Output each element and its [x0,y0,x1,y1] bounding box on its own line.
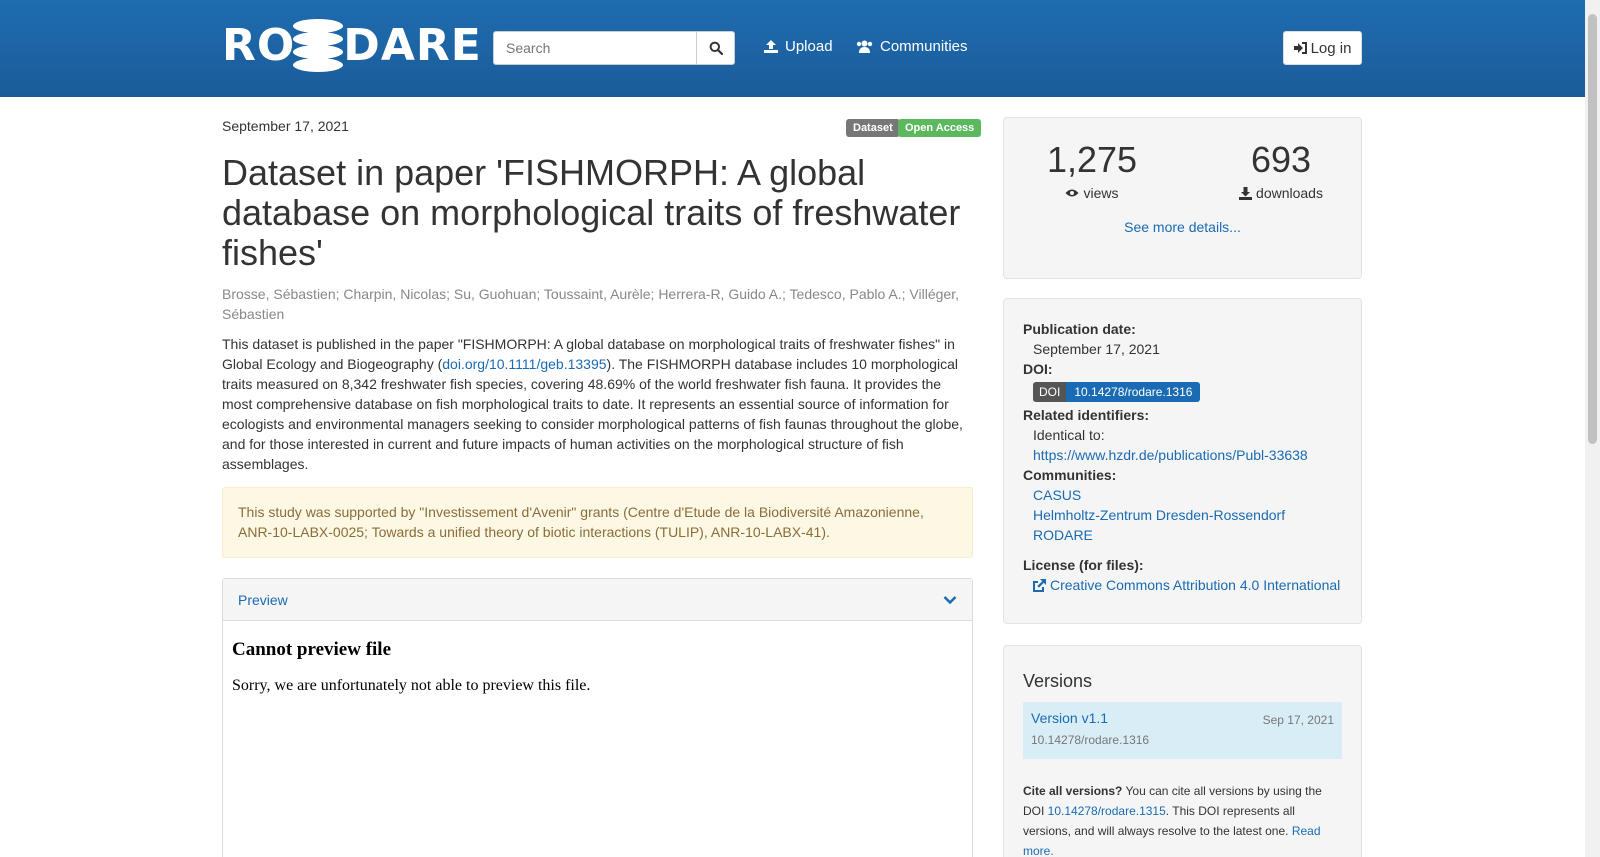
search-input[interactable] [493,31,698,65]
upload-link[interactable]: Upload [764,38,833,55]
identical-to-label: Identical to: [1033,427,1105,443]
license-label: License (for files): [1023,557,1144,573]
publication-date-value: September 17, 2021 [1033,341,1160,357]
downloads-count: 693 [1250,139,1312,180]
paper-doi-link[interactable]: doi.org/10.1111/geb.13395 [442,356,606,372]
open-access-badge: Open Access [898,119,982,137]
record-description: This dataset is published in the paper "… [222,334,974,474]
search-button[interactable] [696,31,735,65]
preview-label: Preview [238,591,288,608]
doi-badge-prefix: DOI [1033,382,1067,402]
login-label: Log in [1310,39,1352,57]
community-link-hzdr[interactable]: Helmholtz-Zentrum Dresden-Rossendorf [1033,507,1285,523]
cite-all-bold: Cite all versions? [1023,784,1123,798]
downloads-label: downloads [1256,185,1323,201]
logo-text-left: RO [222,19,296,71]
cite-all-versions-note: Cite all versions? You can cite all vers… [1023,781,1342,857]
scrollbar-thumb[interactable] [1588,14,1597,444]
communities-heading: Communities: [1023,467,1117,483]
version-date: Sep 17, 2021 [1262,713,1334,727]
external-link-icon [1033,578,1046,592]
upload-label: Upload [785,38,833,55]
record-title: Dataset in paper 'FISHMORPH: A global da… [222,152,961,273]
version-item[interactable]: Version v1.1 Sep 17, 2021 10.14278/rodar… [1023,702,1342,759]
version-doi: 10.14278/rodare.1316 [1031,733,1150,747]
chevron-down-icon[interactable] [943,595,957,605]
search-icon [709,41,723,55]
stats-panel: 1,275 views 693 downloads See more detai… [1003,117,1362,279]
versions-heading: Versions [1023,671,1093,691]
top-navbar: RO DARE Upload Communities Log [0,0,1585,97]
upload-icon [764,40,778,53]
version-name-link[interactable]: Version v1.1 [1031,710,1108,726]
publication-date-label: Publication date: [1023,321,1136,337]
doi-badge-value: 10.14278/rodare.1316 [1066,382,1201,402]
preview-panel: Preview Cannot preview file Sorry, we ar… [222,578,973,857]
doi-badge[interactable]: DOI 10.14278/rodare.1316 [1033,382,1201,402]
related-identifiers-label: Related identifiers: [1023,407,1150,423]
downloads-stat: 693 downloads [1211,140,1351,201]
community-link-rodare[interactable]: RODARE [1033,527,1093,543]
communities-link[interactable]: Communities [856,38,968,55]
preview-header[interactable]: Preview [223,579,972,621]
license-text: Creative Commons Attribution 4.0 Interna… [1050,577,1341,593]
download-icon [1239,186,1253,200]
views-label-row: views [1022,185,1162,201]
versions-panel: Versions Version v1.1 Sep 17, 2021 10.14… [1003,645,1362,857]
views-stat: 1,275 views [1022,139,1162,202]
record-authors: Brosse, Sébastien; Charpin, Nicolas; Su,… [222,286,959,322]
rodare-logo[interactable]: RO DARE [222,18,482,72]
sign-in-icon [1293,42,1307,54]
login-button[interactable]: Log in [1283,31,1362,65]
metadata-panel: Publication date: September 17, 2021 DOI… [1003,298,1362,624]
logo-text-right: DARE [343,19,482,71]
communities-label: Communities [880,38,968,55]
funding-notice: This study was supported by "Investissem… [222,487,973,558]
see-more-details-link[interactable]: See more details... [1004,219,1361,235]
doi-label: DOI: [1023,361,1053,377]
related-identifier-link[interactable]: https://www.hzdr.de/publications/Publ-33… [1033,447,1308,463]
views-label: views [1083,185,1119,201]
concept-doi-link[interactable]: 10.14278/rodare.1315 [1048,804,1166,818]
preview-title: Cannot preview file [232,639,392,660]
description-text-2: ). The FISHMORPH database includes 10 mo… [222,356,963,472]
preview-body: Cannot preview file Sorry, we are unfort… [223,621,972,713]
record-date: September 17, 2021 [222,118,349,134]
views-count: 1,275 [1046,139,1138,180]
eye-icon [1065,189,1079,197]
community-link-casus[interactable]: CASUS [1033,487,1081,503]
database-logo-icon [293,19,344,72]
license-link[interactable]: Creative Commons Attribution 4.0 Interna… [1033,575,1340,595]
dataset-badge: Dataset [846,119,900,137]
downloads-label-row: downloads [1211,185,1351,201]
users-icon [856,40,873,53]
page-scrollbar[interactable] [1585,0,1600,857]
preview-message: Sorry, we are unfortunately not able to … [232,677,591,694]
